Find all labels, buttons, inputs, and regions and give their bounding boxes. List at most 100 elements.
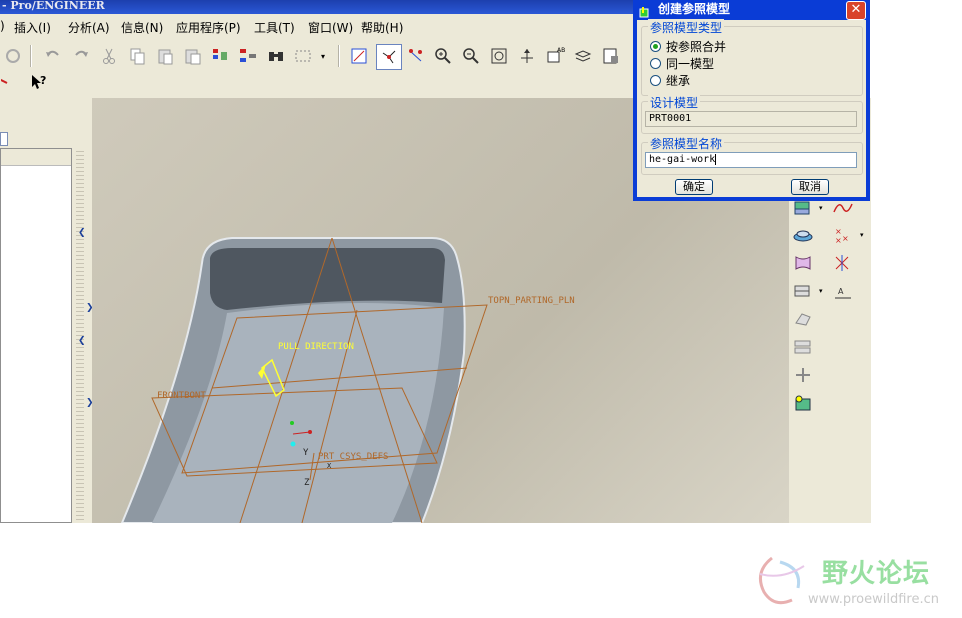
radio-button[interactable] (650, 58, 661, 69)
regen-manager-icon[interactable] (209, 45, 231, 67)
datum-plane-display-icon[interactable] (348, 45, 370, 67)
top-parting-plane-label[interactable]: TOPN_PARTING_PLN (488, 296, 575, 306)
find-icon[interactable] (265, 45, 287, 67)
svg-text:A: A (838, 287, 844, 296)
reference-name-group: 参照模型名称 he-gai-work (641, 135, 863, 175)
ok-button[interactable]: 确定 (675, 179, 713, 195)
menu-analysis[interactable]: 分析(A) (68, 19, 110, 36)
radio-inherit[interactable]: 继承 (650, 72, 690, 89)
toolbar-separator (338, 45, 340, 67)
toolbar-separator (30, 45, 32, 67)
paste-icon[interactable] (154, 45, 176, 67)
radio-label: 继承 (666, 74, 691, 88)
model-tree-icon[interactable] (237, 45, 259, 67)
datum-point-icon[interactable]: × × × (832, 225, 856, 247)
datum-csys-icon[interactable] (832, 253, 856, 275)
model-tree[interactable] (0, 148, 72, 523)
reference-name-input[interactable]: he-gai-work (645, 152, 857, 168)
radio-button-selected[interactable] (650, 41, 661, 52)
csys-y-marker (290, 421, 294, 425)
menu-applications[interactable]: 应用程序(P) (176, 19, 241, 36)
saved-views-icon[interactable]: AB (544, 45, 566, 67)
datum-point-dropdown-icon[interactable]: ▾ (860, 231, 864, 239)
watermark-url: www.proewildfire.cn (808, 592, 939, 607)
rib-icon[interactable] (792, 365, 816, 387)
radio-button[interactable] (650, 75, 661, 86)
extrude-icon[interactable] (792, 198, 816, 220)
reference-type-group: 参照模型类型 按参照合并 同一模型 继承 (641, 19, 863, 96)
create-reference-model-dialog: 创建参照模型 ✕ 参照模型类型 按参照合并 同一模型 继承 设计模型 PRT00… (633, 0, 870, 201)
analysis-icon[interactable]: A (832, 281, 856, 303)
menu-file-fragment[interactable]: ) (0, 19, 5, 33)
appearance-icon[interactable] (600, 45, 622, 67)
reorient-icon[interactable] (516, 45, 538, 67)
round-dropdown-icon[interactable]: ▾ (819, 287, 823, 295)
paste-special-icon[interactable] (182, 45, 204, 67)
navigator-sash[interactable] (76, 148, 84, 522)
regenerate-icon[interactable] (2, 45, 24, 67)
window-title-bar: - Pro/ENGINEER (0, 0, 642, 14)
cut-icon[interactable] (98, 45, 120, 67)
part-cavity-shape (210, 248, 445, 310)
front-plane-label[interactable]: FRONTBONT (157, 391, 206, 401)
sketched-curve-icon[interactable] (832, 198, 856, 220)
draft-icon[interactable] (792, 309, 816, 331)
menu-bar: ) 插入(I) 分析(A) 信息(N) 应用程序(P) 工具(T) 窗口(W) … (0, 14, 640, 40)
collapse-left-icon[interactable]: ❮ (78, 228, 86, 238)
copy-icon[interactable] (126, 45, 148, 67)
arrow-icon[interactable] (0, 70, 22, 92)
design-model-legend: 设计模型 (648, 94, 701, 111)
radio-merge-by-reference[interactable]: 按参照合并 (650, 38, 726, 55)
dialog-title: 创建参照模型 (658, 2, 731, 16)
select-dropdown-icon[interactable]: ▾ (321, 52, 325, 61)
dialog-body: 参照模型类型 按参照合并 同一模型 继承 设计模型 PRT0001 参照模型名称… (637, 19, 866, 197)
csys-label[interactable]: PRT_CSYS_DEFS (318, 452, 388, 462)
datum-plane-icon[interactable] (792, 225, 816, 247)
navigator-tab[interactable] (0, 132, 8, 146)
watermark-forum-name: 野火论坛 (822, 559, 931, 589)
round-icon[interactable] (792, 281, 816, 303)
menu-help[interactable]: 帮助(H) (361, 19, 403, 36)
datum-axis-display-icon[interactable] (376, 44, 402, 70)
select-box-icon[interactable] (292, 45, 314, 67)
csys-y-label: Y (303, 448, 309, 458)
csys-x-label: X (327, 462, 332, 470)
menu-info[interactable]: 信息(N) (121, 19, 163, 36)
csys-z-label: Z (304, 478, 310, 488)
toolbar: ▾ AB ? (0, 40, 640, 98)
zoom-out-icon[interactable] (460, 45, 482, 67)
cancel-button[interactable]: 取消 (791, 179, 829, 195)
layers-icon[interactable] (572, 45, 594, 67)
menu-insert[interactable]: 插入(I) (14, 19, 51, 36)
collapse-left-icon[interactable]: ❮ (78, 336, 86, 346)
design-model-field: PRT0001 (645, 111, 857, 127)
radio-same-model[interactable]: 同一模型 (650, 55, 714, 72)
context-help-icon[interactable]: ? (28, 71, 50, 93)
svg-text:×: × (835, 227, 842, 236)
refit-icon[interactable] (488, 45, 510, 67)
menu-window[interactable]: 窗口(W) (308, 19, 353, 36)
shell-icon[interactable] (792, 337, 816, 359)
svg-text:AB: AB (557, 47, 565, 54)
radio-label: 同一模型 (666, 57, 715, 71)
mold-volume-icon[interactable] (792, 393, 816, 415)
text-caret (715, 154, 717, 165)
surface-icon[interactable] (792, 253, 816, 275)
reference-type-legend: 参照模型类型 (648, 19, 725, 36)
svg-text:×: × (842, 234, 849, 243)
reference-name-legend: 参照模型名称 (648, 135, 725, 152)
csys-origin-marker (290, 441, 296, 447)
redo-icon[interactable] (70, 45, 92, 67)
dialog-close-button[interactable]: ✕ (846, 1, 866, 20)
zoom-in-icon[interactable] (432, 45, 454, 67)
csys-x-marker (308, 430, 312, 434)
svg-text:×: × (835, 236, 842, 245)
window-title: - Pro/ENGINEER (2, 0, 105, 12)
pull-direction-label[interactable]: PULL DIRECTION (278, 342, 354, 352)
menu-tools[interactable]: 工具(T) (254, 19, 295, 36)
extrude-dropdown-icon[interactable]: ▾ (819, 204, 823, 212)
undo-icon[interactable] (42, 45, 64, 67)
watermark-logo-icon (758, 556, 805, 605)
datum-point-display-icon[interactable] (405, 45, 427, 67)
model-tree-header (1, 149, 71, 166)
